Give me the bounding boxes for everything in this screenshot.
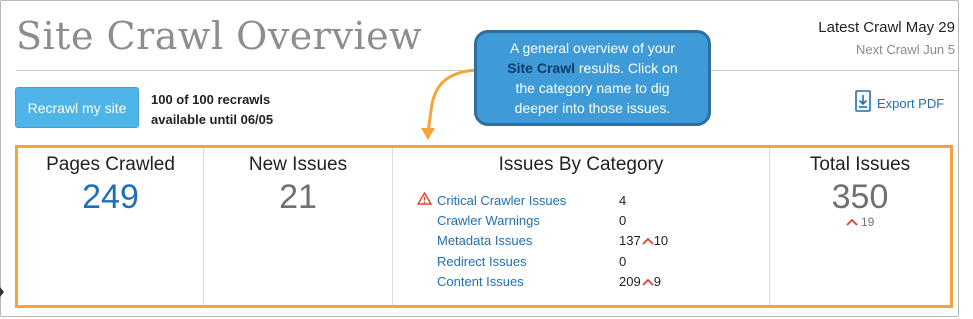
tooltip-line-4: deeper into those issues. [514, 100, 671, 116]
category-list: Critical Crawler Issues 4 Crawler Warnin… [416, 190, 668, 292]
new-issues-label: New Issues [248, 154, 348, 175]
total-issues-delta-value: 19 [860, 215, 875, 229]
category-link-critical-crawler-issues[interactable]: Critical Crawler Issues [437, 193, 619, 208]
category-count: 0 [619, 213, 627, 229]
pages-crawled-stat: Pages Crawled 249 [18, 148, 204, 305]
new-issues-stat: New Issues 21 [204, 148, 393, 305]
increase-caret-icon [642, 237, 654, 245]
category-link-redirect-issues[interactable]: Redirect Issues [437, 254, 619, 269]
increase-caret-icon [846, 218, 858, 226]
tooltip-line-1: A general overview of your [510, 40, 675, 56]
total-issues-stat: Total Issues 350 19 [770, 148, 950, 305]
category-delta: 9 [653, 274, 661, 290]
category-row: Critical Crawler Issues 4 [416, 190, 668, 210]
category-count: 0 [619, 253, 627, 269]
issues-by-category-label: Issues By Category [498, 154, 664, 175]
category-link-content-issues[interactable]: Content Issues [437, 274, 619, 289]
edge-marker [0, 287, 4, 297]
pages-crawled-label: Pages Crawled [46, 154, 175, 175]
total-issues-delta: 19 [770, 215, 950, 229]
category-count: 4 [619, 192, 627, 208]
category-link-metadata-issues[interactable]: Metadata Issues [437, 233, 619, 248]
category-link-crawler-warnings[interactable]: Crawler Warnings [437, 213, 619, 228]
tooltip-line-2: Site Crawl results. Click on [487, 58, 698, 78]
category-count: 137 [619, 233, 641, 249]
tooltip-line-3: the category name to dig [515, 80, 670, 96]
help-tooltip: A general overview of your Site Crawl re… [474, 30, 711, 126]
stats-panel: Pages Crawled 249 New Issues 21 Issues B… [15, 145, 953, 308]
issues-by-category-stat: Issues By Category Critical Crawler Issu… [393, 148, 770, 305]
category-delta: 10 [653, 233, 669, 249]
tooltip-bold-text: Site Crawl [507, 60, 575, 76]
category-row: Redirect Issues 0 [417, 251, 668, 271]
tooltip-line-2-rest: results. Click on [575, 60, 678, 76]
warning-triangle-icon [416, 191, 437, 208]
pages-crawled-value: 249 [82, 178, 139, 216]
category-row: Content Issues 209 9 [417, 272, 668, 292]
category-row: Metadata Issues 137 10 [417, 231, 668, 251]
total-issues-value: 350 [831, 178, 889, 216]
total-issues-label: Total Issues [809, 154, 911, 175]
increase-caret-icon [642, 278, 654, 286]
category-count: 209 [619, 274, 641, 290]
category-row: Crawler Warnings 0 [417, 210, 668, 230]
new-issues-value: 21 [279, 178, 317, 216]
